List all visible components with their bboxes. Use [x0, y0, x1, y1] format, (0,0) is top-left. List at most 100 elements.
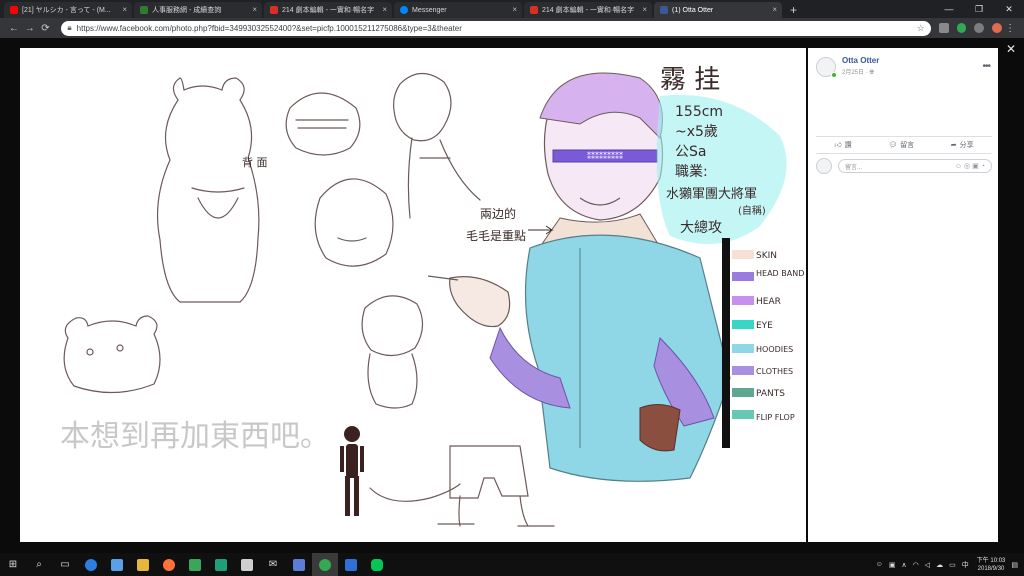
- task-view-icon[interactable]: ▭: [52, 553, 78, 576]
- comment-input[interactable]: 留言... ☺◎▣◔: [838, 159, 992, 173]
- palette-label-pants: PANTS: [756, 389, 785, 399]
- author-name[interactable]: Otta Otter: [842, 56, 879, 65]
- comment-icon: 💬︎: [888, 142, 898, 149]
- address-bar[interactable]: 🔒︎ https://www.facebook.com/photo.php?fb…: [61, 20, 931, 36]
- comment-button[interactable]: 💬︎ 留言: [888, 140, 914, 150]
- photos-icon[interactable]: [286, 553, 312, 576]
- post-actions: 👍︎ 讚 💬︎ 留言 ➦ 分享: [816, 136, 992, 154]
- note-arrow: [528, 225, 554, 235]
- app-blue-icon[interactable]: [338, 553, 364, 576]
- tab-title: [21] ヤルシカ - 言って - (M...: [22, 7, 111, 14]
- system-tray: ☺ ▣ ∧ ◠ ◁ ☁ ▭ 中 下午 10:03 2018/9/30 ▤: [870, 557, 1024, 573]
- close-window-icon[interactable]: ✕: [994, 0, 1024, 18]
- sketch-illustration: ⁑⁑⁑⁑⁑⁑⁑⁑⁑ 霧 挂 155cm ~x5歲 公Sa 職業: 水獺軍團大將軍…: [60, 65, 804, 527]
- tab-title: Messenger: [412, 6, 447, 14]
- author-block: Otta Otter 2月25日 · 🌐︎: [842, 56, 879, 77]
- bear-back-sketch: [156, 77, 260, 303]
- back-icon[interactable]: ←: [6, 23, 22, 34]
- browser-tab[interactable]: 214 劇本編輯 - 一實和·暢名字 ×: [264, 2, 392, 18]
- author-avatar[interactable]: [816, 56, 837, 78]
- menu-kebab-icon[interactable]: ⋮: [1002, 23, 1018, 34]
- tab-title: 人事服務網 - 成績查詢: [152, 7, 222, 14]
- stat-height: 155cm: [675, 104, 723, 120]
- app-paint-icon[interactable]: [234, 553, 260, 576]
- notifications-icon[interactable]: ▤: [1011, 561, 1018, 569]
- close-theater-icon[interactable]: ✕: [1006, 42, 1016, 56]
- palette-label-eye: EYE: [756, 321, 773, 331]
- legs-sketch: [437, 445, 555, 527]
- file-explorer-icon[interactable]: [130, 553, 156, 576]
- palette-label-clothes: CLOTHES: [756, 367, 793, 376]
- note-line1: 兩边的: [480, 206, 516, 221]
- windows-start-icon[interactable]: ⊞: [0, 553, 26, 576]
- network-icon[interactable]: ◠: [913, 561, 919, 569]
- tray-app-icon[interactable]: ▣: [889, 561, 896, 569]
- profile-avatar-icon[interactable]: [992, 23, 1003, 33]
- reload-icon[interactable]: ⟳: [38, 23, 54, 34]
- more-options-button[interactable]: •••: [982, 61, 990, 72]
- svg-text:⁑⁑⁑⁑⁑⁑⁑⁑⁑: ⁑⁑⁑⁑⁑⁑⁑⁑⁑: [587, 150, 623, 161]
- share-button[interactable]: ➦ 分享: [951, 140, 974, 150]
- close-tab-icon[interactable]: ×: [512, 5, 517, 14]
- cloud-icon[interactable]: ☁: [936, 561, 943, 569]
- new-tab-button[interactable]: +: [790, 2, 797, 18]
- tab-title: (1) Otta Otter: [672, 6, 714, 14]
- line-icon[interactable]: [364, 553, 390, 576]
- volume-icon[interactable]: ◁: [925, 561, 930, 569]
- minimize-icon[interactable]: —: [934, 0, 964, 18]
- url-text: https://www.facebook.com/photo.php?fbid=…: [76, 23, 462, 33]
- stat-misc: 公Sa: [675, 144, 706, 160]
- people-icon[interactable]: ☺: [876, 561, 883, 568]
- browser-tab[interactable]: 人事服務網 - 成績查詢 ×: [134, 2, 262, 18]
- boy-sketch-small: [361, 295, 424, 409]
- close-tab-icon[interactable]: ×: [122, 5, 127, 14]
- note-line2: 毛毛是重點: [466, 229, 526, 243]
- maximize-icon[interactable]: ❐: [964, 0, 994, 18]
- browser-tab[interactable]: 214 劇本編輯 - 一實和·暢名字 ×: [524, 2, 652, 18]
- browser-tab-active[interactable]: (1) Otta Otter ×: [654, 2, 782, 18]
- share-icon: ➦: [950, 142, 957, 149]
- extension-icon[interactable]: [938, 23, 949, 33]
- small-bear-sketch: [285, 92, 361, 156]
- palette-label-flipflop: FLIP FLOP: [756, 413, 795, 422]
- character-name-heading: 霧 挂: [660, 65, 720, 95]
- taskbar-clock[interactable]: 下午 10:03 2018/9/30: [977, 557, 1006, 573]
- like-button[interactable]: 👍︎ 讚: [834, 140, 851, 150]
- bottom-caption: 本想到再加東西吧。: [60, 419, 330, 454]
- battery-icon[interactable]: ▭: [949, 561, 956, 569]
- lock-icon: 🔒︎: [67, 23, 72, 32]
- ime-icon[interactable]: 中: [962, 560, 969, 570]
- browser-tab[interactable]: Messenger ×: [394, 2, 522, 18]
- search-icon[interactable]: ⌕: [26, 553, 52, 576]
- app-teal-icon[interactable]: [208, 553, 234, 576]
- close-tab-icon[interactable]: ×: [252, 5, 257, 14]
- browser-tab[interactable]: [21] ヤルシカ - 言って - (M... ×: [4, 2, 132, 18]
- online-indicator: [831, 71, 837, 78]
- viewer-avatar: [816, 158, 832, 174]
- close-tab-icon[interactable]: ×: [382, 5, 387, 14]
- tray-expand-icon[interactable]: ∧: [901, 561, 906, 569]
- app-green-icon[interactable]: [182, 553, 208, 576]
- comment-tools-icons[interactable]: ☺◎▣◔: [955, 162, 987, 170]
- store-icon[interactable]: [104, 553, 130, 576]
- stat-title: 大總攻: [680, 219, 722, 236]
- extension-icon[interactable]: [956, 23, 967, 33]
- palette-label-hoodies: HOODIES: [756, 345, 793, 354]
- close-tab-icon[interactable]: ×: [772, 5, 777, 14]
- browser-tab-strip: [21] ヤルシカ - 言って - (M... × 人事服務網 - 成績查詢 ×…: [0, 0, 1024, 18]
- facebook-icon: [660, 6, 668, 14]
- messenger-icon: [400, 6, 408, 14]
- extension-icon[interactable]: [974, 23, 985, 33]
- stat-job-label: 職業:: [675, 164, 708, 180]
- close-tab-icon[interactable]: ×: [642, 5, 647, 14]
- forward-icon[interactable]: →: [22, 23, 38, 34]
- edge-icon[interactable]: [78, 553, 104, 576]
- post-sidebar: Otta Otter 2月25日 · 🌐︎ ••• 👍︎ 讚 💬︎ 留言 ➦ 分享 留…: [808, 48, 998, 542]
- bookmark-star-icon[interactable]: ☆: [917, 23, 925, 34]
- firefox-icon[interactable]: [156, 553, 182, 576]
- post-date[interactable]: 2月25日 · 🌐︎: [842, 67, 879, 77]
- browser-toolbar: ← → ⟳ 🔒︎ https://www.facebook.com/photo.…: [0, 18, 1024, 38]
- swatch-hair: [732, 296, 754, 305]
- mail-icon[interactable]: ✉: [260, 553, 286, 576]
- chrome-icon[interactable]: [312, 553, 338, 576]
